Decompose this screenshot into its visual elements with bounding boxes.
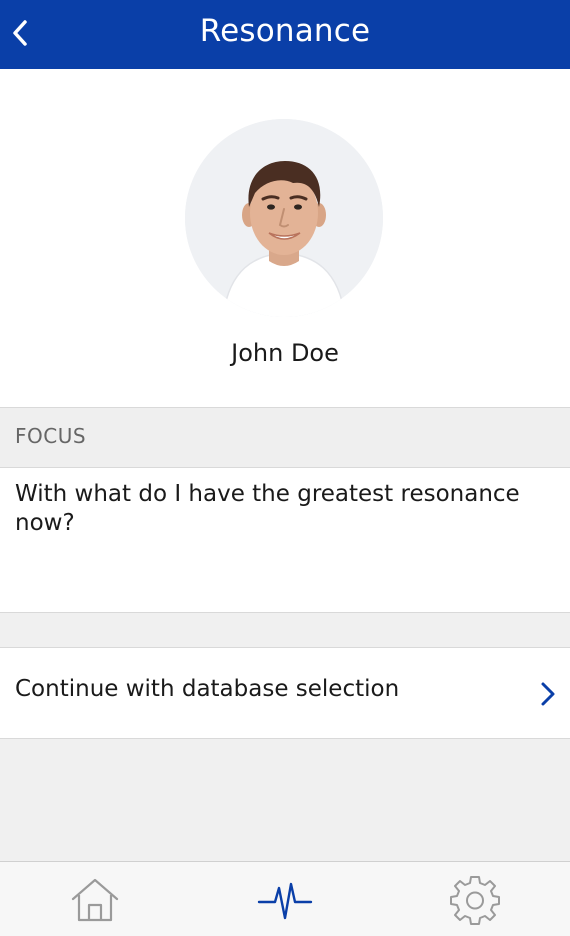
bottom-tab-bar [0,861,570,936]
tab-settings[interactable] [380,862,570,936]
chevron-right-icon [541,682,555,706]
top-bar: Resonance [0,0,570,69]
tab-home[interactable] [0,862,190,936]
pulse-icon [257,882,313,919]
continue-label: Continue with database selection [15,676,400,702]
page-title: Resonance [199,13,371,49]
avatar [185,119,383,317]
section-label: FOCUS [15,424,87,448]
home-icon [71,878,119,921]
person-photo [185,119,383,317]
gear-icon [450,875,500,925]
focus-question-field[interactable]: With what do I have the greatest resonan… [0,468,570,613]
profile-name: John Doe [231,339,339,367]
tab-resonance[interactable] [190,862,380,936]
profile-card: John Doe [0,69,570,408]
app-screen: Resonance John Doe FOCUS With what do I … [0,0,570,936]
focus-question-text: With what do I have the greatest resonan… [15,481,520,536]
continue-database-selection-row[interactable]: Continue with database selection [0,647,570,739]
focus-section-header: FOCUS [0,408,570,468]
